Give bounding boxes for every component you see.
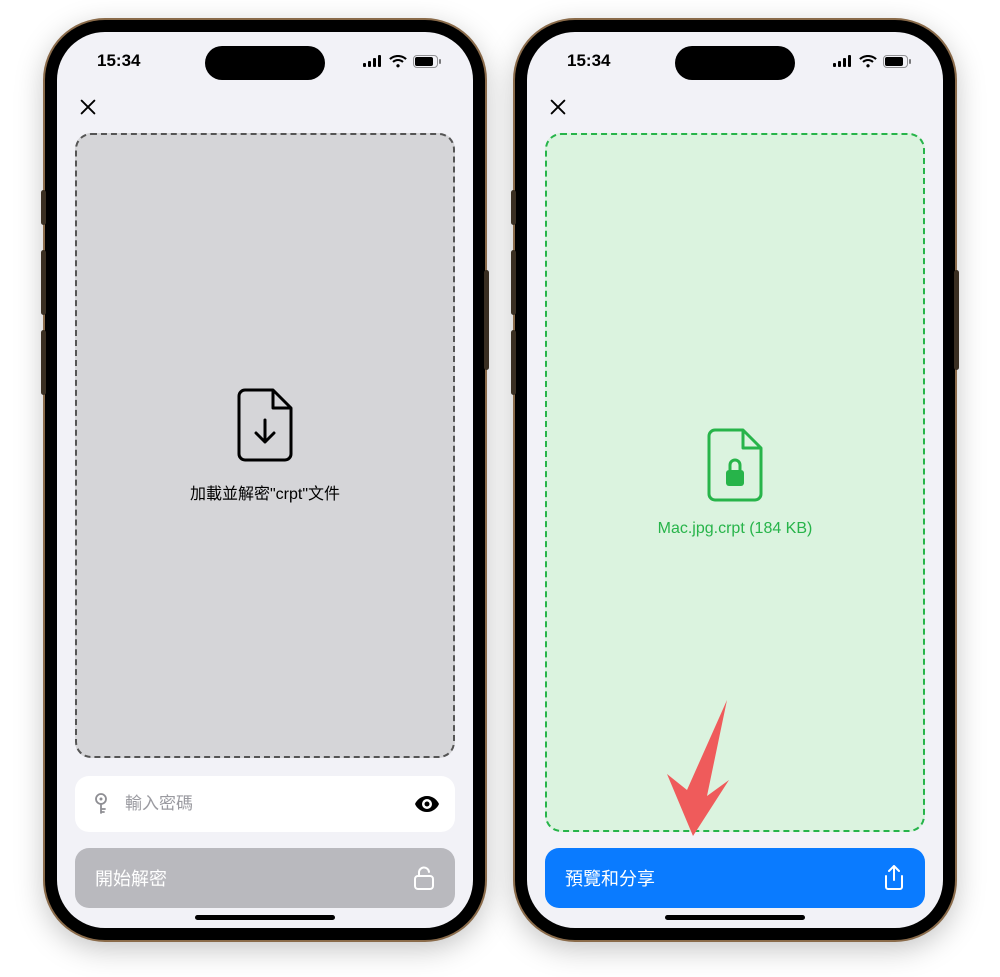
content-area: 加載並解密"crpt"文件 開始解密 xyxy=(57,90,473,928)
close-icon[interactable] xyxy=(547,96,569,118)
wifi-icon xyxy=(859,55,877,68)
status-time: 15:34 xyxy=(97,51,140,71)
share-icon xyxy=(883,865,905,891)
action-label: 開始解密 xyxy=(95,865,167,891)
cellular-icon xyxy=(363,55,383,67)
file-download-icon xyxy=(235,388,295,462)
power-button xyxy=(954,270,959,370)
phone-frame-left: 15:34 加載並解密"crpt"文件 xyxy=(45,20,485,940)
unlock-icon xyxy=(413,866,435,890)
status-icons xyxy=(363,55,441,68)
drop-zone-label: 加載並解密"crpt"文件 xyxy=(190,480,340,504)
volume-button xyxy=(41,190,46,225)
file-loaded-zone[interactable]: Mac.jpg.crpt (184 KB) xyxy=(545,133,925,832)
content-area: Mac.jpg.crpt (184 KB) 預覽和分享 xyxy=(527,90,943,928)
file-lock-icon xyxy=(705,428,765,502)
wifi-icon xyxy=(389,55,407,68)
password-field-row xyxy=(75,776,455,832)
key-icon xyxy=(91,793,111,815)
status-time: 15:34 xyxy=(567,51,610,71)
home-indicator[interactable] xyxy=(195,915,335,920)
action-label: 預覽和分享 xyxy=(565,865,655,891)
eye-icon[interactable] xyxy=(415,796,439,812)
cellular-icon xyxy=(833,55,853,67)
file-drop-zone[interactable]: 加載並解密"crpt"文件 xyxy=(75,133,455,758)
power-button xyxy=(484,270,489,370)
volume-button xyxy=(41,250,46,315)
screen: 15:34 加載並解密"crpt"文件 xyxy=(57,32,473,928)
decrypt-button[interactable]: 開始解密 xyxy=(75,848,455,908)
close-icon[interactable] xyxy=(77,96,99,118)
preview-share-button[interactable]: 預覽和分享 xyxy=(545,848,925,908)
status-icons xyxy=(833,55,911,68)
volume-button xyxy=(511,250,516,315)
annotation-arrow-icon xyxy=(657,700,747,840)
volume-button xyxy=(41,330,46,395)
battery-icon xyxy=(883,55,911,68)
dynamic-island xyxy=(205,46,325,80)
phone-frame-right: 15:34 Mac.jpg.crpt (184 KB) xyxy=(515,20,955,940)
volume-button xyxy=(511,190,516,225)
home-indicator[interactable] xyxy=(665,915,805,920)
file-label: Mac.jpg.crpt (184 KB) xyxy=(658,520,813,538)
screen: 15:34 Mac.jpg.crpt (184 KB) xyxy=(527,32,943,928)
dynamic-island xyxy=(675,46,795,80)
battery-icon xyxy=(413,55,441,68)
volume-button xyxy=(511,330,516,395)
password-input[interactable] xyxy=(123,793,403,815)
